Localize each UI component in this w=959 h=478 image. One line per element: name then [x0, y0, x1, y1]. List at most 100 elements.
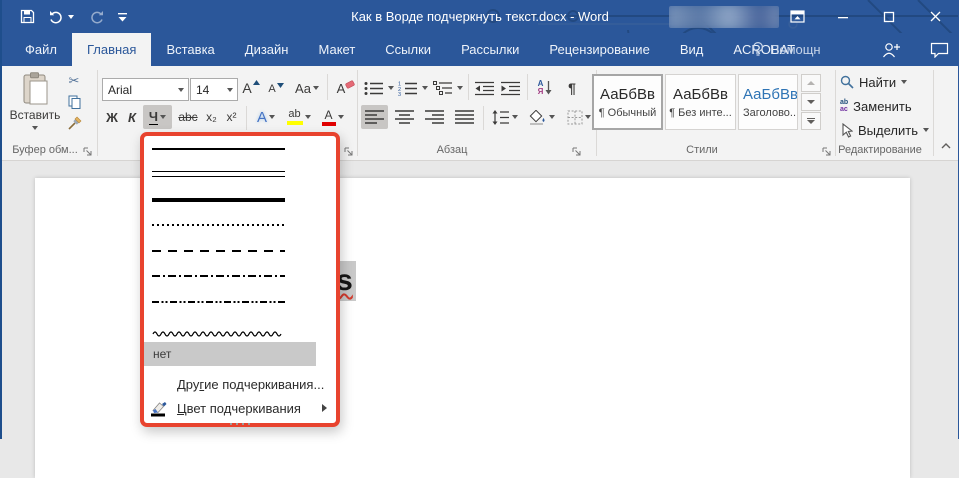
- font-size-dropdown-icon[interactable]: [222, 79, 237, 100]
- shrink-font-button[interactable]: А: [265, 79, 287, 99]
- style-card-heading[interactable]: АаБбВв Заголово...: [738, 74, 798, 130]
- ribbon-display-options-button[interactable]: [774, 0, 820, 33]
- line-spacing-dropdown-icon[interactable]: [512, 115, 518, 119]
- styles-scroll-up-button[interactable]: [801, 74, 821, 92]
- font-name-combo[interactable]: Arial: [102, 78, 189, 101]
- align-left-button-active[interactable]: [361, 105, 388, 129]
- underline-button-active[interactable]: Ч: [143, 105, 172, 129]
- tab-view[interactable]: Вид: [665, 33, 719, 66]
- multilevel-list-button[interactable]: [432, 77, 454, 99]
- tab-insert[interactable]: Вставка: [151, 33, 229, 66]
- styles-group-label: Стили: [662, 144, 742, 156]
- highlight-dropdown-icon[interactable]: [305, 115, 311, 119]
- line-spacing-button[interactable]: [489, 105, 521, 129]
- underline-option-none-highlighted[interactable]: нет: [144, 342, 316, 366]
- bullets-dropdown-icon[interactable]: [388, 86, 394, 90]
- italic-button[interactable]: К: [123, 105, 141, 129]
- style-card-no-spacing[interactable]: АаБбВв ¶ Без инте...: [665, 74, 736, 130]
- font-color-dropdown-icon[interactable]: [338, 115, 344, 119]
- underline-option-wavy[interactable]: [144, 315, 336, 341]
- show-marks-button[interactable]: ¶: [562, 77, 582, 99]
- multilevel-dropdown-icon[interactable]: [457, 86, 463, 90]
- font-name-dropdown-icon[interactable]: [173, 79, 188, 100]
- tab-references[interactable]: Ссылки: [370, 33, 446, 66]
- replace-icon: abac: [840, 99, 848, 113]
- tab-home-active[interactable]: Главная: [72, 33, 151, 66]
- borders-dropdown-icon[interactable]: [585, 115, 591, 119]
- subscript-button[interactable]: x₂: [202, 105, 221, 129]
- tab-mailings[interactable]: Рассылки: [446, 33, 534, 66]
- align-center-button[interactable]: [391, 105, 418, 129]
- redo-button-disabled[interactable]: [88, 10, 104, 24]
- underline-option-dash-dot-dot[interactable]: [144, 289, 336, 315]
- menu-resize-grip[interactable]: [144, 420, 336, 428]
- paste-button[interactable]: Вставить: [10, 70, 60, 148]
- align-right-button[interactable]: [421, 105, 448, 129]
- grow-font-button[interactable]: А: [239, 77, 263, 99]
- styles-more-button[interactable]: [801, 112, 821, 130]
- underline-option-dash-dot[interactable]: [144, 264, 336, 290]
- tell-me-assistant[interactable]: Помощн: [752, 33, 821, 66]
- find-button[interactable]: Найти: [840, 72, 907, 92]
- sort-button[interactable]: А Я: [532, 77, 558, 99]
- decrease-indent-button[interactable]: [473, 77, 497, 99]
- highlight-button[interactable]: ab: [283, 105, 314, 129]
- cut-icon[interactable]: ✂: [62, 72, 86, 90]
- borders-button[interactable]: [562, 105, 595, 129]
- paragraph-dialog-launcher-icon[interactable]: [571, 144, 582, 155]
- tab-file[interactable]: Файл: [10, 33, 72, 66]
- bold-button[interactable]: Ж: [102, 105, 122, 129]
- numbering-dropdown-icon[interactable]: [422, 86, 428, 90]
- change-case-dropdown-icon[interactable]: [313, 86, 319, 90]
- line-spacing-icon: [492, 110, 510, 125]
- underline-option-dotted[interactable]: [144, 213, 336, 239]
- font-color-button[interactable]: А: [317, 105, 348, 129]
- underline-option-single[interactable]: [144, 136, 336, 162]
- increase-indent-button[interactable]: [499, 77, 523, 99]
- shading-dropdown-icon[interactable]: [549, 115, 555, 119]
- mini-separator: [327, 74, 328, 100]
- undo-dropdown-icon[interactable]: [68, 15, 74, 19]
- select-dropdown-icon[interactable]: [923, 128, 929, 132]
- change-case-button[interactable]: Aa: [291, 77, 323, 99]
- close-button[interactable]: [912, 0, 958, 33]
- customize-quick-access-icon[interactable]: [118, 11, 127, 23]
- underline-option-dashed[interactable]: [144, 238, 336, 264]
- format-painter-icon[interactable]: [62, 114, 86, 132]
- more-underlines-menu-item[interactable]: Другие подчеркивания...: [144, 372, 336, 396]
- paste-dropdown-icon[interactable]: [32, 126, 38, 130]
- tab-layout[interactable]: Макет: [303, 33, 370, 66]
- text-effects-button[interactable]: А: [252, 105, 280, 129]
- maximize-button[interactable]: [866, 0, 912, 33]
- styles-scroll-down-button[interactable]: [801, 93, 821, 111]
- clear-formatting-button[interactable]: А: [333, 77, 359, 99]
- tab-design[interactable]: Дизайн: [230, 33, 304, 66]
- underline-option-double[interactable]: [144, 162, 336, 188]
- undo-button[interactable]: [49, 10, 74, 24]
- multilevel-list-icon: [433, 81, 453, 96]
- comments-icon[interactable]: [922, 33, 956, 66]
- strikethrough-button[interactable]: abc: [175, 105, 201, 129]
- clipboard-dialog-launcher-icon[interactable]: [82, 144, 93, 155]
- underline-dropdown-icon[interactable]: [160, 115, 166, 119]
- text-effects-dropdown-icon[interactable]: [269, 115, 275, 119]
- select-button[interactable]: Выделить: [840, 120, 929, 140]
- justify-button[interactable]: [451, 105, 478, 129]
- underline-option-thick[interactable]: [144, 187, 336, 213]
- tab-review[interactable]: Рецензирование: [534, 33, 664, 66]
- find-dropdown-icon[interactable]: [901, 80, 907, 84]
- collapse-ribbon-icon[interactable]: [940, 137, 952, 155]
- minimize-button[interactable]: [820, 0, 866, 33]
- underline-color-menu-item[interactable]: Цвет подчеркивания: [144, 396, 336, 420]
- font-dialog-launcher-icon[interactable]: [343, 144, 354, 155]
- style-card-normal[interactable]: АаБбВв ¶ Обычный: [592, 74, 663, 130]
- superscript-button[interactable]: x²: [222, 105, 241, 129]
- share-icon[interactable]: [874, 33, 908, 66]
- bullets-button[interactable]: [363, 77, 385, 99]
- numbering-button[interactable]: 123: [397, 77, 419, 99]
- replace-button[interactable]: abac Заменить: [840, 96, 912, 116]
- copy-icon[interactable]: [62, 93, 86, 111]
- font-size-combo[interactable]: 14: [190, 78, 238, 101]
- save-icon[interactable]: [20, 9, 35, 24]
- shading-button[interactable]: [525, 105, 558, 129]
